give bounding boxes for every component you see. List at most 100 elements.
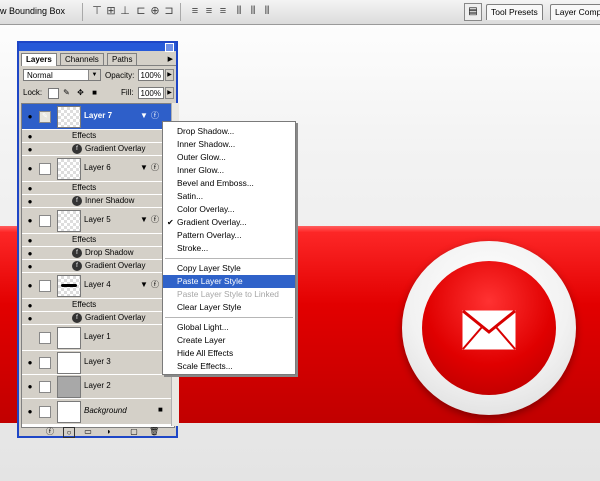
opacity-arrow-icon[interactable]: ▶ (165, 69, 174, 81)
menu-item-gradient-overlay-wrapper[interactable]: ✔ Gradient Overlay... (163, 216, 295, 229)
blend-mode-select[interactable]: Normal ▼ (23, 69, 101, 81)
effects-row[interactable]: ● Effects (22, 130, 174, 143)
effects-row[interactable]: ● Effects (22, 182, 174, 195)
eye-icon[interactable]: ● (23, 299, 37, 312)
menu-item-gradient-overlay[interactable]: Gradient Overlay... (163, 216, 295, 229)
layer-name[interactable]: Layer 3 (84, 357, 111, 366)
chevron-down-icon[interactable]: ▼ (88, 70, 100, 80)
menu-item-outer-glow[interactable]: Outer Glow... (163, 151, 295, 164)
eye-icon[interactable]: ● (23, 279, 37, 293)
eye-icon[interactable]: ● (23, 195, 37, 208)
new-set-icon[interactable]: ▭ (83, 427, 93, 436)
tab-tool-presets[interactable]: Tool Presets (486, 4, 543, 20)
layer-name[interactable]: Layer 4 (84, 280, 111, 289)
distribute-vcenter-icon[interactable]: ≡ (202, 4, 216, 18)
eye-icon[interactable]: ● (23, 405, 37, 419)
eye-hidden-icon[interactable] (23, 331, 37, 345)
expand-effects-icon[interactable]: ▼ (140, 163, 148, 172)
effect-row[interactable]: ● f Inner Shadow (22, 195, 174, 208)
lock-transparency-icon[interactable] (48, 88, 59, 99)
effect-row[interactable]: ● f Gradient Overlay (22, 143, 174, 156)
align-vcenter-icon[interactable]: ⊞ (104, 4, 118, 18)
menu-item-hide-all-effects[interactable]: Hide All Effects (163, 347, 295, 360)
distribute-left-icon[interactable]: ⦀ (232, 4, 246, 18)
palette-menu-icon[interactable]: ▶ (168, 55, 173, 63)
fx-icon[interactable]: ⓕ (151, 162, 159, 173)
menu-item-create-layer[interactable]: Create Layer (163, 334, 295, 347)
eye-icon[interactable]: ● (23, 214, 37, 228)
layer-name[interactable]: Layer 2 (84, 381, 111, 390)
eye-icon[interactable]: ● (23, 380, 37, 394)
new-layer-icon[interactable]: ▢ (129, 427, 139, 436)
opacity-field[interactable]: 100% (138, 69, 164, 81)
link-icon[interactable] (39, 215, 51, 227)
link-icon[interactable] (39, 381, 51, 393)
link-icon[interactable] (39, 163, 51, 175)
align-right-icon[interactable]: ⊐ (162, 4, 176, 18)
eye-icon[interactable]: ● (23, 143, 37, 156)
eye-icon[interactable]: ● (23, 182, 37, 195)
layer-name[interactable]: Layer 5 (84, 215, 111, 224)
new-adjustment-layer-icon[interactable]: ◑ (103, 427, 113, 436)
layer-name[interactable]: Layer 6 (84, 163, 111, 172)
fx-icon[interactable]: ⓕ (151, 110, 159, 121)
eye-icon[interactable]: ● (23, 110, 37, 124)
eye-icon[interactable]: ● (23, 260, 37, 273)
menu-item-copy-layer-style[interactable]: Copy Layer Style (163, 262, 295, 275)
layer-name[interactable]: Background (84, 406, 127, 415)
distribute-right-icon[interactable]: ⦀ (260, 4, 274, 18)
distribute-bottom-icon[interactable]: ≡ (216, 4, 230, 18)
palette-title-bar[interactable] (19, 43, 176, 52)
eye-icon[interactable]: ● (23, 162, 37, 176)
menu-item-drop-shadow[interactable]: Drop Shadow... (163, 125, 295, 138)
tab-channels[interactable]: Channels (60, 53, 104, 65)
expand-effects-icon[interactable]: ▼ (140, 111, 148, 120)
fx-icon[interactable]: ⓕ (151, 279, 159, 290)
fx-icon[interactable]: ⓕ (151, 214, 159, 225)
effect-row[interactable]: ● f Drop Shadow (22, 247, 174, 260)
tab-layer-comps[interactable]: Layer Comp (550, 4, 600, 20)
add-mask-icon[interactable]: ○ (63, 427, 75, 438)
menu-item-stroke[interactable]: Stroke... (163, 242, 295, 255)
layer-row-6[interactable]: ● Layer 6 ▼ ⓕ (22, 156, 174, 182)
tab-paths[interactable]: Paths (107, 53, 138, 65)
layer-row-1[interactable]: Layer 1 (22, 325, 174, 351)
link-icon[interactable] (39, 332, 51, 344)
menu-item-bevel-emboss[interactable]: Bevel and Emboss... (163, 177, 295, 190)
link-icon[interactable] (39, 406, 51, 418)
layer-row-2[interactable]: ● Layer 2 (22, 375, 174, 399)
align-bottom-icon[interactable]: ⊥ (118, 4, 132, 18)
palette-well-icon[interactable]: ▤ (464, 3, 482, 21)
lock-move-icon[interactable]: ✥ (76, 88, 85, 97)
fill-arrow-icon[interactable]: ▶ (165, 87, 174, 99)
eye-icon[interactable]: ● (23, 130, 37, 143)
layer-row-3[interactable]: ● Layer 3 (22, 351, 174, 375)
brush-icon[interactable]: ✎ (39, 111, 51, 123)
distribute-top-icon[interactable]: ≡ (188, 4, 202, 18)
effects-row[interactable]: ● Effects (22, 234, 174, 247)
layer-name[interactable]: Layer 7 (84, 111, 112, 120)
eye-icon[interactable]: ● (23, 356, 37, 370)
layer-name[interactable]: Layer 1 (84, 332, 111, 341)
menu-item-global-light[interactable]: Global Light... (163, 321, 295, 334)
menu-item-inner-shadow[interactable]: Inner Shadow... (163, 138, 295, 151)
link-icon[interactable] (39, 280, 51, 292)
eye-icon[interactable]: ● (23, 247, 37, 260)
effect-row[interactable]: ● f Gradient Overlay (22, 260, 174, 273)
menu-item-satin[interactable]: Satin... (163, 190, 295, 203)
eye-icon[interactable]: ● (23, 312, 37, 325)
align-top-icon[interactable]: ⊤ (90, 4, 104, 18)
effects-row[interactable]: ● Effects (22, 299, 174, 312)
layer-row-5[interactable]: ● Layer 5 ▼ ⓕ (22, 208, 174, 234)
trash-icon[interactable]: 🗑 (149, 427, 159, 436)
menu-item-paste-layer-style[interactable]: Paste Layer Style (163, 275, 295, 288)
lock-brush-icon[interactable]: ✎ (62, 88, 71, 97)
menu-item-color-overlay[interactable]: Color Overlay... (163, 203, 295, 216)
expand-effects-icon[interactable]: ▼ (140, 280, 148, 289)
link-icon[interactable] (39, 357, 51, 369)
align-left-icon[interactable]: ⊏ (134, 4, 148, 18)
distribute-hcenter-icon[interactable]: ⦀ (246, 4, 260, 18)
lock-all-icon[interactable]: ■ (90, 88, 99, 97)
align-hcenter-icon[interactable]: ⊕ (148, 4, 162, 18)
effect-row[interactable]: ● f Gradient Overlay (22, 312, 174, 325)
